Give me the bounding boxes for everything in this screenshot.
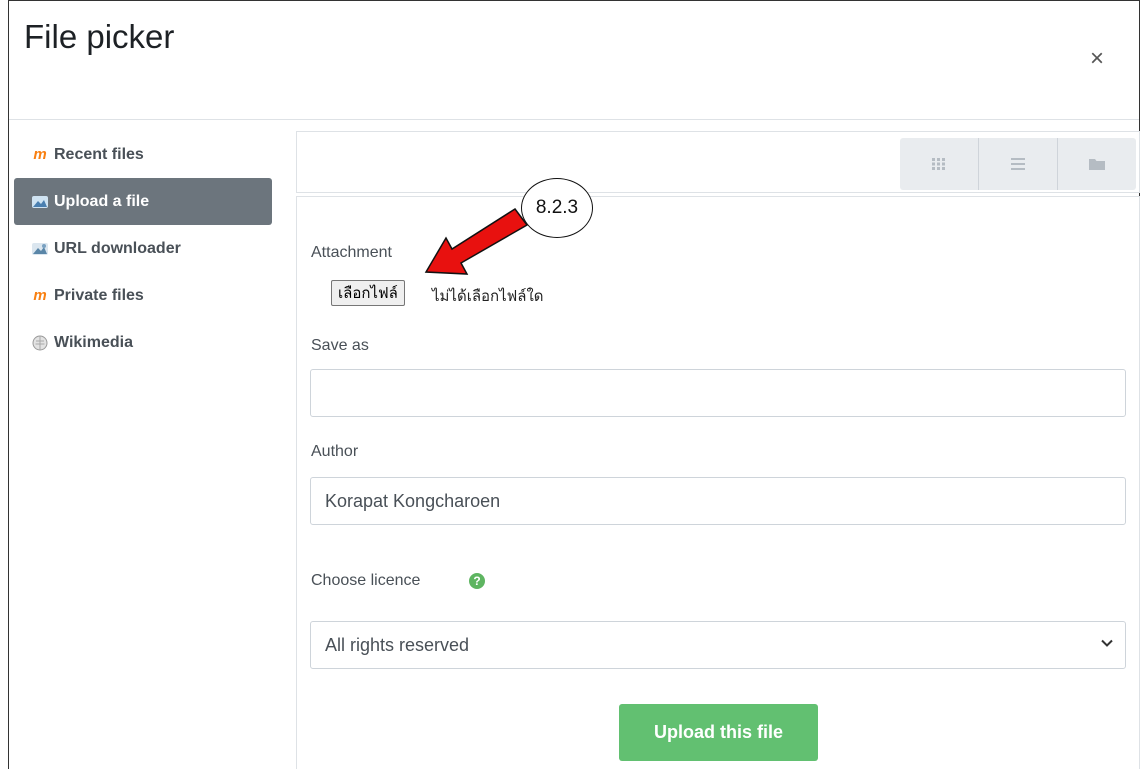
annotation-callout: 8.2.3 <box>521 178 593 238</box>
help-icon[interactable]: ? <box>469 573 485 589</box>
sidebar-item-label: Recent files <box>54 145 144 163</box>
licence-label: Choose licence <box>311 572 421 589</box>
url-icon <box>30 241 50 257</box>
save-as-input[interactable] <box>310 369 1126 417</box>
header-divider <box>9 119 1139 120</box>
upload-icon <box>30 194 50 210</box>
sidebar-item-label: Private files <box>54 286 144 304</box>
list-view-icon <box>1011 158 1025 170</box>
view-mode-group <box>900 138 1136 190</box>
moodle-icon: m <box>33 287 47 304</box>
sidebar-item-label: Upload a file <box>54 192 150 210</box>
sidebar-item-private-files[interactable]: m Private files <box>14 272 272 319</box>
sidebar-item-recent-files[interactable]: m Recent files <box>14 131 272 178</box>
save-as-label: Save as <box>311 337 369 354</box>
sidebar-item-url-downloader[interactable]: URL downloader <box>14 225 272 272</box>
dialog-title: File picker <box>24 18 175 55</box>
author-input[interactable]: Korapat Kongcharoen <box>310 477 1126 525</box>
sidebar-item-label: Wikimedia <box>54 333 133 351</box>
folder-view-icon <box>1089 159 1105 170</box>
close-icon[interactable]: × <box>1090 47 1104 71</box>
no-file-chosen-text: ไม่ได้เลือกไฟล์ใด <box>432 288 544 305</box>
attachment-label: Attachment <box>311 244 392 261</box>
sidebar-item-wikimedia[interactable]: Wikimedia <box>14 319 272 366</box>
grid-view-icon <box>932 158 945 170</box>
moodle-icon: m <box>33 146 47 163</box>
licence-select[interactable]: All rights reserved <box>310 621 1126 669</box>
upload-this-file-button[interactable]: Upload this file <box>619 704 818 761</box>
sidebar-item-upload-a-file[interactable]: Upload a file <box>14 178 272 225</box>
folder-view-button[interactable] <box>1058 138 1136 190</box>
grid-view-button[interactable] <box>900 138 979 190</box>
sidebar-item-label: URL downloader <box>54 239 181 257</box>
author-label: Author <box>311 443 359 460</box>
wikimedia-icon <box>30 335 50 351</box>
chevron-down-icon <box>1101 639 1113 647</box>
list-view-button[interactable] <box>979 138 1058 190</box>
licence-select-value: All rights reserved <box>325 634 470 655</box>
view-toolbar <box>296 131 1140 193</box>
sidebar: m Recent files Upload a file URL downloa… <box>14 131 272 366</box>
choose-file-button[interactable]: เลือกไฟล์ <box>331 280 405 306</box>
